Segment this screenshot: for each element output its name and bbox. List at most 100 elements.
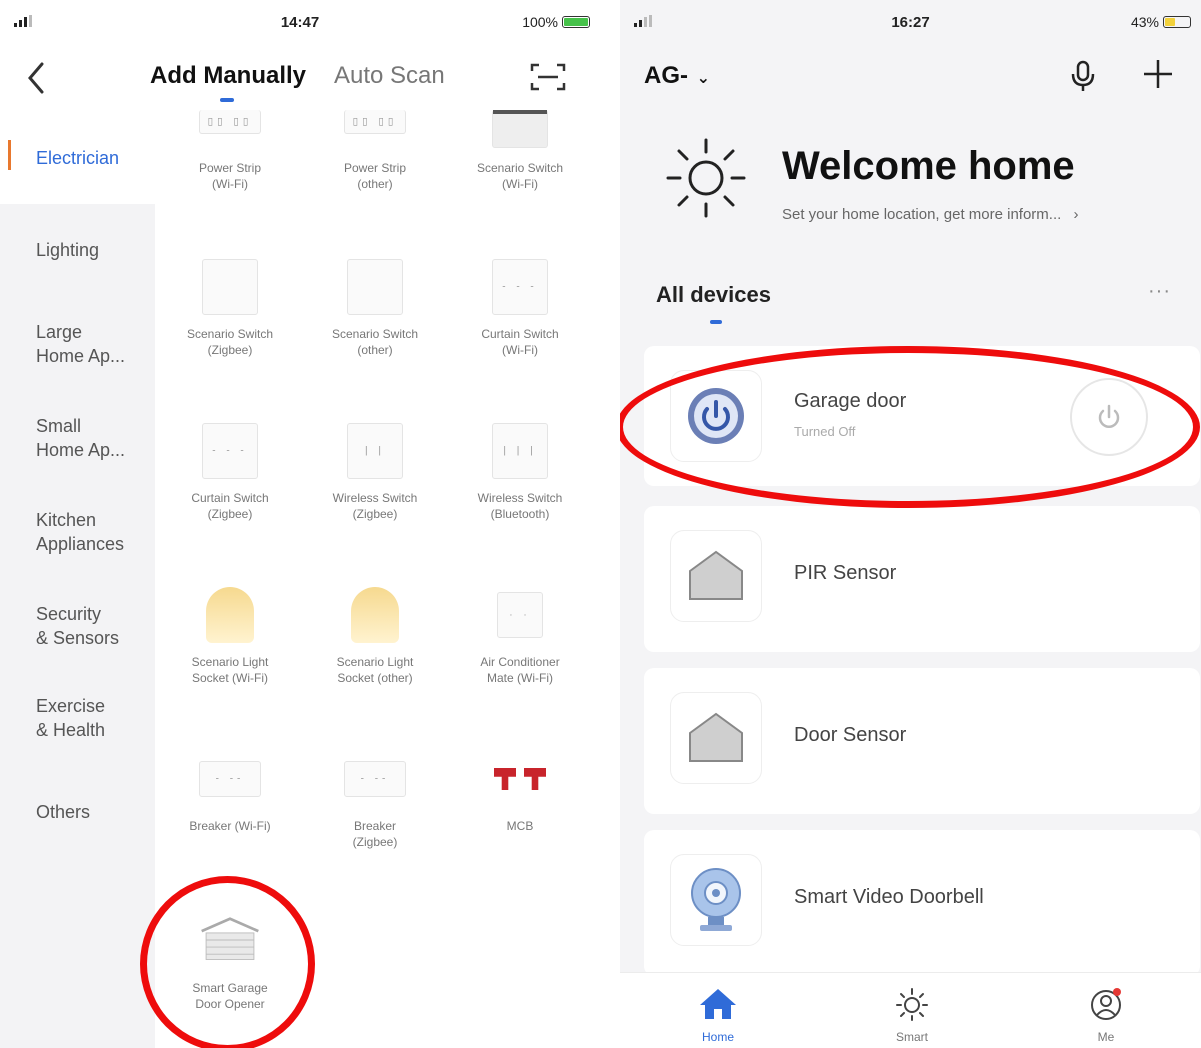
tab-smart[interactable]: Smart xyxy=(862,987,962,1044)
device-label: Power Strip (other) xyxy=(343,161,407,191)
device-icon-tile xyxy=(670,530,762,622)
device-curtain-switch-wifi[interactable]: - - - Curtain Switch (Wi-Fi) xyxy=(445,258,595,358)
back-icon[interactable] xyxy=(22,58,52,98)
add-device-screen: 14:47 100% Add Manually Auto Scan Electr… xyxy=(0,0,600,1048)
device-label: Scenario Light Socket (Wi-Fi) xyxy=(191,655,269,685)
status-time: 14:47 xyxy=(280,14,320,31)
device-label: Curtain Switch (Wi-Fi) xyxy=(481,327,559,357)
device-smart-garage-door-opener[interactable]: Smart Garage Door Opener xyxy=(155,910,305,1012)
garage-door-icon xyxy=(201,917,259,960)
wireless-switch-icon: | | xyxy=(347,423,403,479)
scenario-switch-icon xyxy=(492,110,548,148)
welcome-subtitle[interactable]: Set your home location, get more inform.… xyxy=(782,206,1078,223)
category-large-home-appliances[interactable]: Large Home Ap... xyxy=(0,320,155,368)
power-strip-icon: ▯▯ ▯▯ xyxy=(344,110,406,134)
ac-mate-icon: · · xyxy=(497,592,543,638)
chevron-down-icon: ⌄ xyxy=(696,70,711,87)
house-sensor-icon xyxy=(689,550,743,600)
add-device-header: Add Manually Auto Scan xyxy=(0,50,600,110)
device-label: Scenario Switch (Zigbee) xyxy=(186,327,274,357)
device-scenario-switch-other[interactable]: Scenario Switch (other) xyxy=(300,258,450,358)
garage-power-icon xyxy=(688,388,744,444)
power-button[interactable] xyxy=(1070,378,1148,456)
category-security-sensors[interactable]: Security & Sensors xyxy=(0,602,155,650)
device-scenario-switch-wifi[interactable]: Scenario Switch (Wi-Fi) xyxy=(445,110,595,192)
light-socket-icon xyxy=(351,587,399,643)
battery-icon xyxy=(1163,16,1191,28)
more-icon[interactable]: ··· xyxy=(1148,280,1171,303)
device-ac-mate-wifi[interactable]: · · Air Conditioner Mate (Wi-Fi) xyxy=(445,586,595,686)
device-icon-tile xyxy=(670,370,762,462)
category-exercise-health[interactable]: Exercise & Health xyxy=(0,694,155,742)
category-sidebar: Electrician Lighting Large Home Ap... Sm… xyxy=(0,110,155,1048)
breaker-icon: - -- xyxy=(344,761,406,797)
tab-label: Smart xyxy=(895,1030,928,1044)
device-power-strip-wifi[interactable]: ▯▯ ▯▯ Power Strip (Wi-Fi) xyxy=(155,110,305,192)
breaker-icon: - -- xyxy=(199,761,261,797)
section-title[interactable]: All devices xyxy=(656,282,771,308)
mcb-icon xyxy=(494,768,546,790)
device-card-pir-sensor[interactable]: PIR Sensor xyxy=(644,506,1200,652)
device-icon-tile xyxy=(670,854,762,946)
device-breaker-wifi[interactable]: - -- Breaker (Wi-Fi) xyxy=(155,750,305,834)
battery-icon xyxy=(562,16,590,28)
device-name: PIR Sensor xyxy=(794,562,897,584)
scenario-switch-icon xyxy=(347,259,403,315)
tab-label: Me xyxy=(1097,1030,1115,1044)
device-curtain-switch-zigbee[interactable]: - - - Curtain Switch (Zigbee) xyxy=(155,422,305,522)
device-name: Smart Video Doorbell xyxy=(794,886,984,908)
tab-indicator xyxy=(220,98,234,102)
device-power-strip-other[interactable]: ▯▯ ▯▯ Power Strip (other) xyxy=(300,110,450,192)
device-card-smart-video-doorbell[interactable]: Smart Video Doorbell xyxy=(644,830,1200,976)
battery-percent: 43% xyxy=(1130,14,1159,30)
device-label: Power Strip (Wi-Fi) xyxy=(198,161,262,191)
status-time: 16:27 xyxy=(891,14,930,31)
tab-label: Home xyxy=(701,1030,734,1044)
doorbell-camera-icon xyxy=(691,868,741,931)
device-label: Smart Garage Door Opener xyxy=(192,981,268,1011)
tab-add-manually[interactable]: Add Manually xyxy=(150,62,306,90)
device-label: Wireless Switch (Bluetooth) xyxy=(477,491,563,521)
device-label: Scenario Switch (other) xyxy=(331,327,419,357)
device-wireless-switch-zigbee[interactable]: | | Wireless Switch (Zigbee) xyxy=(300,422,450,522)
tab-me[interactable]: Me xyxy=(1056,987,1156,1044)
device-card-door-sensor[interactable]: Door Sensor xyxy=(644,668,1200,814)
device-scenario-switch-zigbee[interactable]: Scenario Switch (Zigbee) xyxy=(155,258,305,358)
device-label: Scenario Switch (Wi-Fi) xyxy=(476,161,564,191)
screen-divider xyxy=(600,0,620,1048)
microphone-icon[interactable] xyxy=(1070,60,1096,92)
device-mcb[interactable]: MCB xyxy=(445,750,595,834)
battery-percent: 100% xyxy=(522,14,558,30)
power-icon xyxy=(1098,404,1120,428)
house-sensor-icon xyxy=(689,712,743,762)
device-name: Garage door xyxy=(794,390,907,412)
device-type-grid: ▯▯ ▯▯ Power Strip (Wi-Fi) ▯▯ ▯▯ Power St… xyxy=(155,110,600,1048)
device-scenario-light-socket-other[interactable]: Scenario Light Socket (other) xyxy=(300,586,450,686)
power-strip-icon: ▯▯ ▯▯ xyxy=(199,110,261,134)
device-label: Wireless Switch (Zigbee) xyxy=(332,491,418,521)
device-icon-tile xyxy=(670,692,762,784)
category-others[interactable]: Others xyxy=(0,800,155,824)
device-label: Breaker (Zigbee) xyxy=(352,819,398,849)
device-wireless-switch-bluetooth[interactable]: | | | Wireless Switch (Bluetooth) xyxy=(445,422,595,522)
device-breaker-zigbee[interactable]: - -- Breaker (Zigbee) xyxy=(300,750,450,850)
device-label: MCB xyxy=(506,819,534,833)
device-card-garage-door[interactable]: Garage door Turned Off xyxy=(644,346,1200,486)
add-icon[interactable] xyxy=(1140,56,1176,92)
category-small-home-appliances[interactable]: Small Home Ap... xyxy=(0,414,155,462)
tab-auto-scan[interactable]: Auto Scan xyxy=(334,62,445,90)
device-label: Air Conditioner Mate (Wi-Fi) xyxy=(480,655,560,685)
wireless-switch-icon: | | | xyxy=(492,423,548,479)
device-state: Turned Off xyxy=(794,424,856,439)
scenario-switch-icon xyxy=(202,259,258,315)
scan-icon[interactable] xyxy=(530,62,566,92)
category-kitchen-appliances[interactable]: Kitchen Appliances xyxy=(0,508,155,556)
bottom-tab-bar: Home Smart Me xyxy=(620,972,1201,1048)
category-electrician[interactable]: Electrician xyxy=(0,110,155,204)
device-scenario-light-socket-wifi[interactable]: Scenario Light Socket (Wi-Fi) xyxy=(155,586,305,686)
tab-home[interactable]: Home xyxy=(668,987,768,1044)
light-socket-icon xyxy=(206,587,254,643)
home-selector[interactable]: AG- ⌄ xyxy=(644,62,710,90)
sun-icon xyxy=(896,988,928,1021)
category-lighting[interactable]: Lighting xyxy=(0,238,155,262)
